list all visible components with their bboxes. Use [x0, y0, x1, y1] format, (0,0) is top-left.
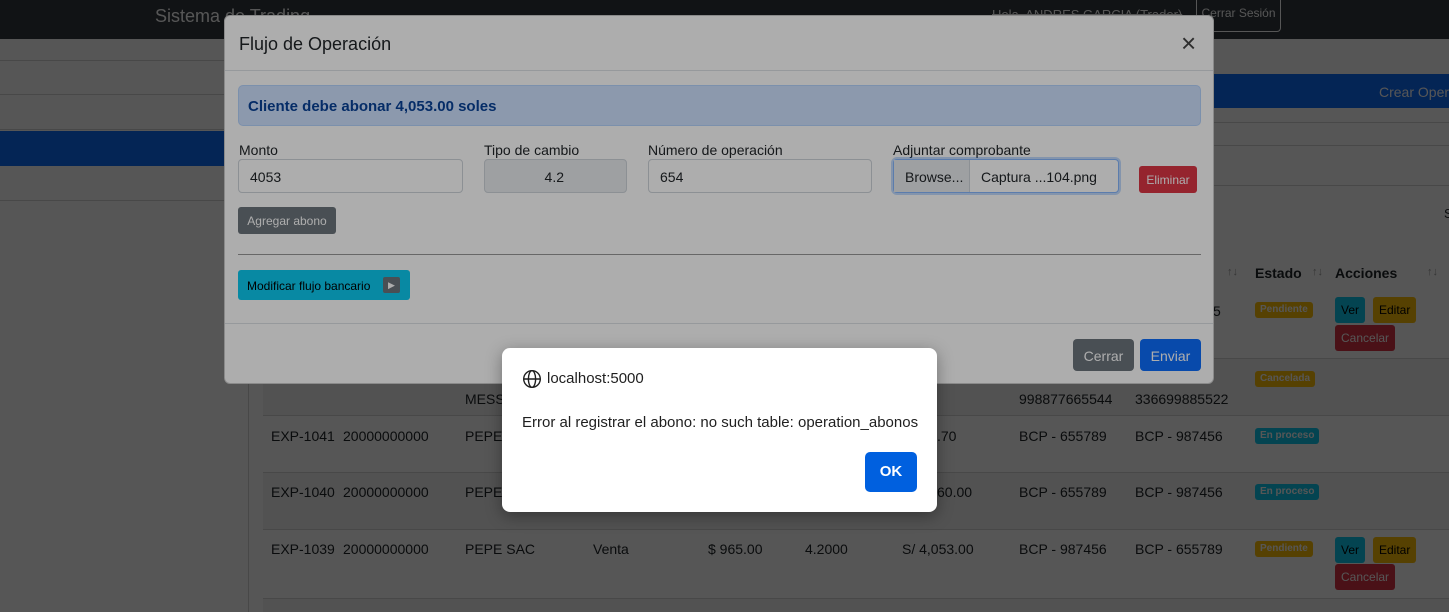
dialog-message: Error al registrar el abono: no such tab… — [522, 414, 919, 431]
ok-button[interactable]: OK — [865, 452, 917, 492]
dialog-origin: localhost:5000 — [547, 370, 644, 387]
globe-icon — [522, 369, 542, 389]
alert-dialog: localhost:5000 Error al registrar el abo… — [502, 348, 937, 512]
dialog-backdrop — [0, 0, 1449, 612]
